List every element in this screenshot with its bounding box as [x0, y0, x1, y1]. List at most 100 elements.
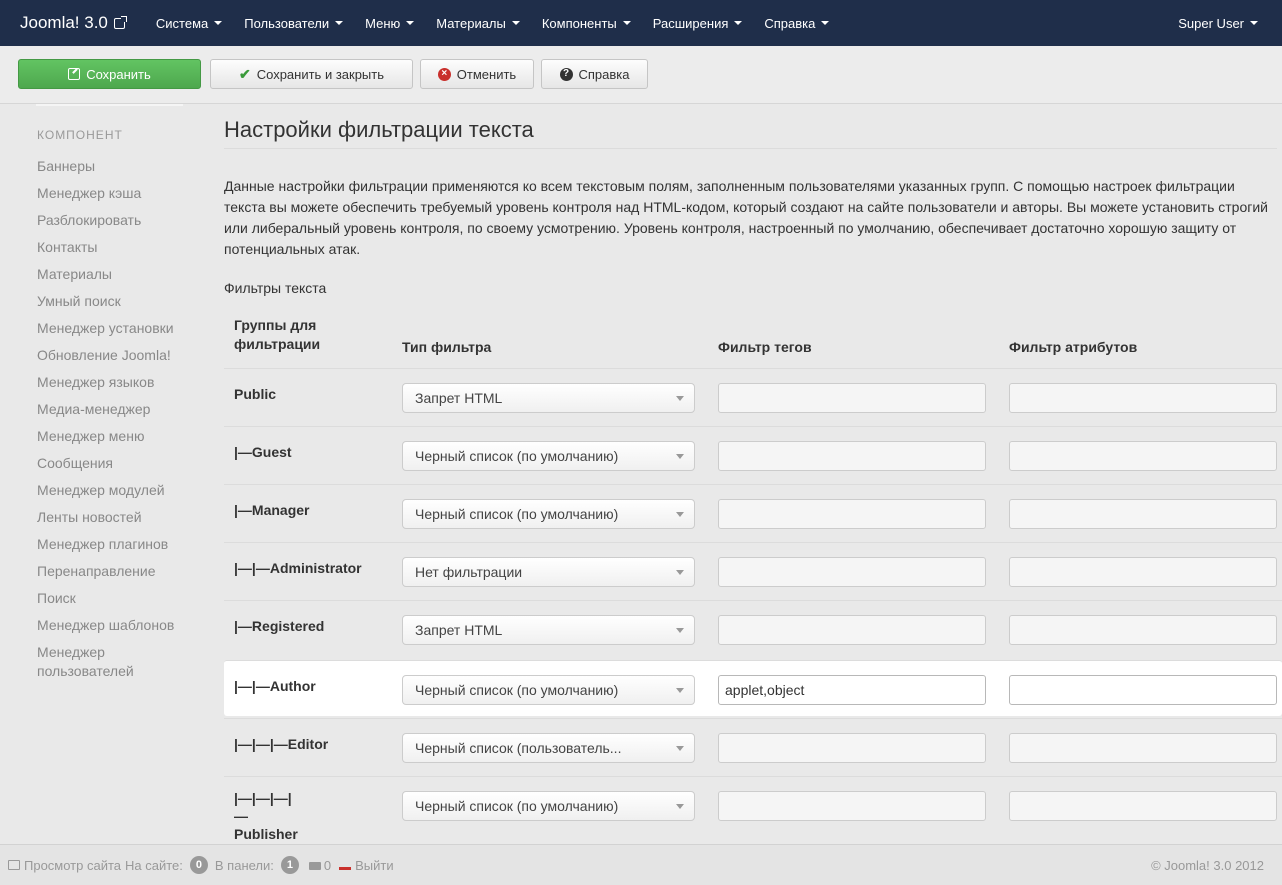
group-name: |—|—|—Editor: [234, 736, 329, 752]
copyright: © Joomla! 3.0 2012: [1151, 857, 1264, 873]
menu-content[interactable]: Материалы: [425, 0, 531, 46]
sidebar-item-menus[interactable]: Менеджер меню: [37, 426, 197, 447]
save-button[interactable]: Сохранить: [18, 59, 201, 89]
caret-down-icon: [1250, 21, 1258, 25]
sidebar: КОМПОНЕНТ Баннеры Менеджер кэша Разблоки…: [0, 104, 205, 844]
group-name: Public: [234, 386, 277, 402]
sidebar-item-checkin[interactable]: Разблокировать: [37, 210, 197, 231]
sidebar-item-installer[interactable]: Менеджер установки: [37, 318, 197, 339]
top-navbar: Joomla! 3.0 Система Пользователи Меню Ма…: [0, 0, 1282, 46]
toolbar: Сохранить ✔ Сохранить и закрыть × Отмени…: [0, 46, 1282, 104]
external-link-icon: [8, 859, 20, 870]
on-site-count-badge: 0: [189, 856, 208, 874]
tag-filter-input[interactable]: [718, 615, 986, 645]
attribute-filter-input[interactable]: [1009, 441, 1277, 471]
caret-down-icon: [821, 21, 830, 25]
attribute-filter-input[interactable]: [1009, 383, 1277, 413]
dropdown-arrow-icon: [676, 628, 684, 633]
attribute-filter-input[interactable]: [1009, 499, 1277, 529]
filter-type-value: Черный список (пользователь...: [415, 740, 622, 756]
messages-link[interactable]: 0: [306, 858, 331, 873]
attribute-filter-input[interactable]: [1009, 615, 1277, 645]
tag-filter-input[interactable]: [718, 499, 986, 529]
column-header-groups: Группы для фильтрации: [234, 317, 321, 352]
menu-components-label: Компоненты: [541, 15, 617, 31]
attribute-filter-input[interactable]: [1009, 557, 1277, 587]
filter-type-value: Черный список (по умолчанию): [415, 506, 619, 522]
tag-filter-input[interactable]: [718, 675, 986, 705]
sidebar-item-content[interactable]: Материалы: [37, 264, 197, 285]
table-row: |—Registered Запрет HTML: [224, 600, 1282, 656]
filter-type-select[interactable]: Черный список (по умолчанию): [402, 675, 695, 705]
help-button-label: Справка: [578, 66, 630, 82]
sidebar-item-users[interactable]: Менеджер пользователей: [37, 642, 197, 682]
cancel-button[interactable]: × Отменить: [420, 59, 534, 89]
cancel-icon: ×: [437, 67, 451, 81]
menu-users-label: Пользователи: [244, 15, 330, 31]
dropdown-arrow-icon: [676, 688, 684, 693]
tag-filter-input[interactable]: [718, 791, 986, 821]
group-name: |—Registered: [234, 618, 325, 634]
sidebar-item-templates[interactable]: Менеджер шаблонов: [37, 615, 197, 636]
column-header-tag-filter: Фильтр тегов: [718, 339, 812, 355]
menu-components[interactable]: Компоненты: [531, 0, 642, 46]
filter-type-select[interactable]: Черный список (по умолчанию): [402, 791, 695, 821]
filter-type-select[interactable]: Запрет HTML: [402, 383, 695, 413]
table-row-highlighted: |—|—Author Черный список (по умолчанию): [224, 660, 1282, 716]
sidebar-item-smart-search[interactable]: Умный поиск: [37, 291, 197, 312]
filter-type-value: Черный список (по умолчанию): [415, 798, 619, 814]
brand-link[interactable]: Joomla! 3.0: [20, 13, 127, 33]
check-icon: ✔: [239, 65, 251, 82]
view-site-link[interactable]: Просмотр сайта: [8, 858, 121, 873]
table-row: Public Запрет HTML: [224, 368, 1282, 424]
messages-count: 0: [323, 857, 332, 873]
menu-system[interactable]: Система: [145, 0, 233, 46]
menu-extensions[interactable]: Расширения: [642, 0, 754, 46]
filter-type-select[interactable]: Нет фильтрации: [402, 557, 695, 587]
menu-menus[interactable]: Меню: [354, 0, 425, 46]
sidebar-item-contacts[interactable]: Контакты: [37, 237, 197, 258]
caret-down-icon: [406, 21, 415, 25]
sidebar-item-search[interactable]: Поиск: [37, 588, 197, 609]
sidebar-item-newsfeeds[interactable]: Ленты новостей: [37, 507, 197, 528]
sidebar-item-redirect[interactable]: Перенаправление: [37, 561, 197, 582]
on-site-label: На сайте:: [125, 857, 183, 873]
menu-users[interactable]: Пользователи: [233, 0, 354, 46]
sidebar-item-update[interactable]: Обновление Joomla!: [37, 345, 197, 366]
sidebar-item-languages[interactable]: Менеджер языков: [37, 372, 197, 393]
attribute-filter-input[interactable]: [1009, 733, 1277, 763]
dropdown-arrow-icon: [676, 804, 684, 809]
table-row: |—|—|—Editor Черный список (пользователь…: [224, 718, 1282, 774]
title-divider: [224, 148, 1277, 149]
tag-filter-input[interactable]: [718, 383, 986, 413]
main-menu: Система Пользователи Меню Материалы Комп…: [145, 0, 840, 46]
sidebar-item-messages[interactable]: Сообщения: [37, 453, 197, 474]
user-menu[interactable]: Super User: [1178, 16, 1258, 31]
filter-type-select[interactable]: Черный список (по умолчанию): [402, 499, 695, 529]
caret-down-icon: [622, 21, 631, 25]
sidebar-item-banners[interactable]: Баннеры: [37, 156, 197, 177]
logout-link[interactable]: Выйти: [335, 858, 394, 873]
attribute-filter-input[interactable]: [1009, 791, 1277, 821]
filter-type-select[interactable]: Черный список (по умолчанию): [402, 441, 695, 471]
help-button[interactable]: ? Справка: [541, 59, 648, 89]
sidebar-item-cache[interactable]: Менеджер кэша: [37, 183, 197, 204]
envelope-icon: [308, 861, 321, 870]
sidebar-item-modules[interactable]: Менеджер модулей: [37, 480, 197, 501]
save-and-close-button[interactable]: ✔ Сохранить и закрыть: [210, 59, 413, 89]
sidebar-item-plugins[interactable]: Менеджер плагинов: [37, 534, 197, 555]
group-name: |—|—Administrator: [234, 560, 362, 576]
tag-filter-input[interactable]: [718, 441, 986, 471]
table-row: |—|—|—|—Publisher Черный список (по умол…: [224, 776, 1282, 842]
filter-type-select[interactable]: Черный список (пользователь...: [402, 733, 695, 763]
group-name: |—|—|—|—Publisher: [234, 790, 298, 842]
dropdown-arrow-icon: [676, 512, 684, 517]
filter-type-select[interactable]: Запрет HTML: [402, 615, 695, 645]
tag-filter-input[interactable]: [718, 733, 986, 763]
edit-icon: [68, 68, 81, 80]
tag-filter-input[interactable]: [718, 557, 986, 587]
menu-help[interactable]: Справка: [753, 0, 840, 46]
sidebar-item-media[interactable]: Медиа-менеджер: [37, 399, 197, 420]
dropdown-arrow-icon: [676, 396, 684, 401]
attribute-filter-input[interactable]: [1009, 675, 1277, 705]
